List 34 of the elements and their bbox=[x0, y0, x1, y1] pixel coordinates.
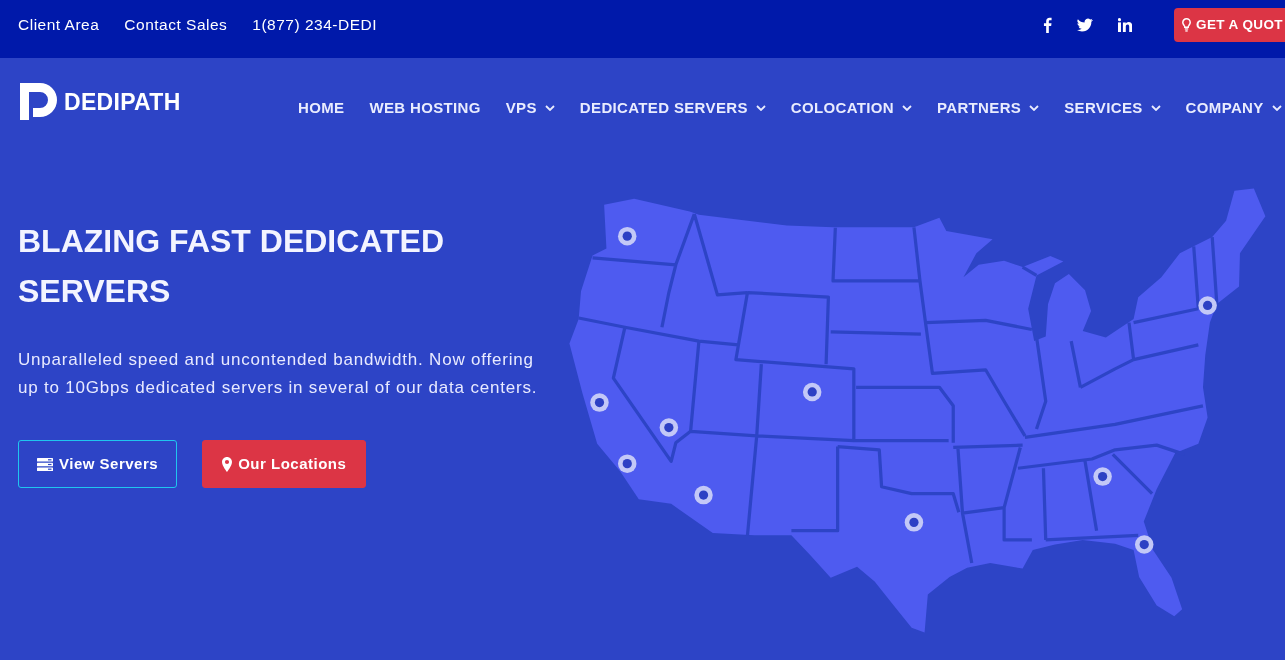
location-marker-icon bbox=[618, 226, 637, 246]
lightbulb-icon bbox=[1182, 18, 1191, 32]
location-marker-icon bbox=[802, 382, 822, 402]
nav-link[interactable]: DEDICATED SERVERS bbox=[579, 99, 766, 117]
linkedin-icon[interactable] bbox=[1118, 18, 1132, 32]
location-marker-icon bbox=[1093, 467, 1112, 486]
facebook-icon[interactable] bbox=[1043, 17, 1052, 33]
logo-icon[interactable] bbox=[20, 83, 57, 120]
location-marker-icon bbox=[1135, 535, 1154, 554]
server-icon bbox=[37, 457, 53, 471]
nav-link[interactable]: COLOCATION bbox=[790, 99, 912, 117]
map-pin-icon bbox=[222, 456, 233, 472]
nav-link[interactable]: SERVICES bbox=[1064, 99, 1161, 117]
location-marker-icon bbox=[1198, 296, 1217, 315]
location-marker-icon bbox=[659, 418, 679, 437]
location-marker-icon bbox=[590, 393, 609, 412]
nav-link[interactable]: VPS bbox=[505, 99, 555, 117]
location-marker-icon bbox=[904, 513, 924, 532]
nav-link[interactable]: PARTNERS bbox=[937, 99, 1040, 117]
top-bar-link[interactable]: Contact Sales bbox=[124, 15, 228, 35]
our-locations-button[interactable]: Our Locations bbox=[202, 440, 367, 488]
nav-link[interactable]: COMPANY bbox=[1185, 99, 1282, 117]
view-servers-button[interactable]: View Servers bbox=[18, 440, 178, 488]
hero-description: Unparalleled speed and uncontended bandwidth. Now offering up to 10Gbps dedicated servers in several of our data centers. bbox=[18, 349, 539, 399]
twitter-bird-icon[interactable] bbox=[1077, 18, 1093, 32]
location-marker-icon bbox=[694, 485, 713, 505]
top-bar-link[interactable]: Client Area bbox=[18, 15, 100, 35]
phone-number-link[interactable]: 1(877) 234-DEDI bbox=[252, 15, 377, 35]
logo-wordmark[interactable]: DEDIPATH bbox=[64, 89, 181, 115]
hero-heading: BLAZING FAST DEDICATED SERVERS bbox=[18, 222, 446, 311]
get-a-quote-button[interactable]: GET A QUOT bbox=[1174, 8, 1285, 42]
nav-link[interactable]: WEB HOSTING bbox=[369, 99, 481, 117]
location-marker-icon bbox=[618, 454, 637, 473]
nav-link[interactable]: HOME bbox=[298, 99, 345, 117]
